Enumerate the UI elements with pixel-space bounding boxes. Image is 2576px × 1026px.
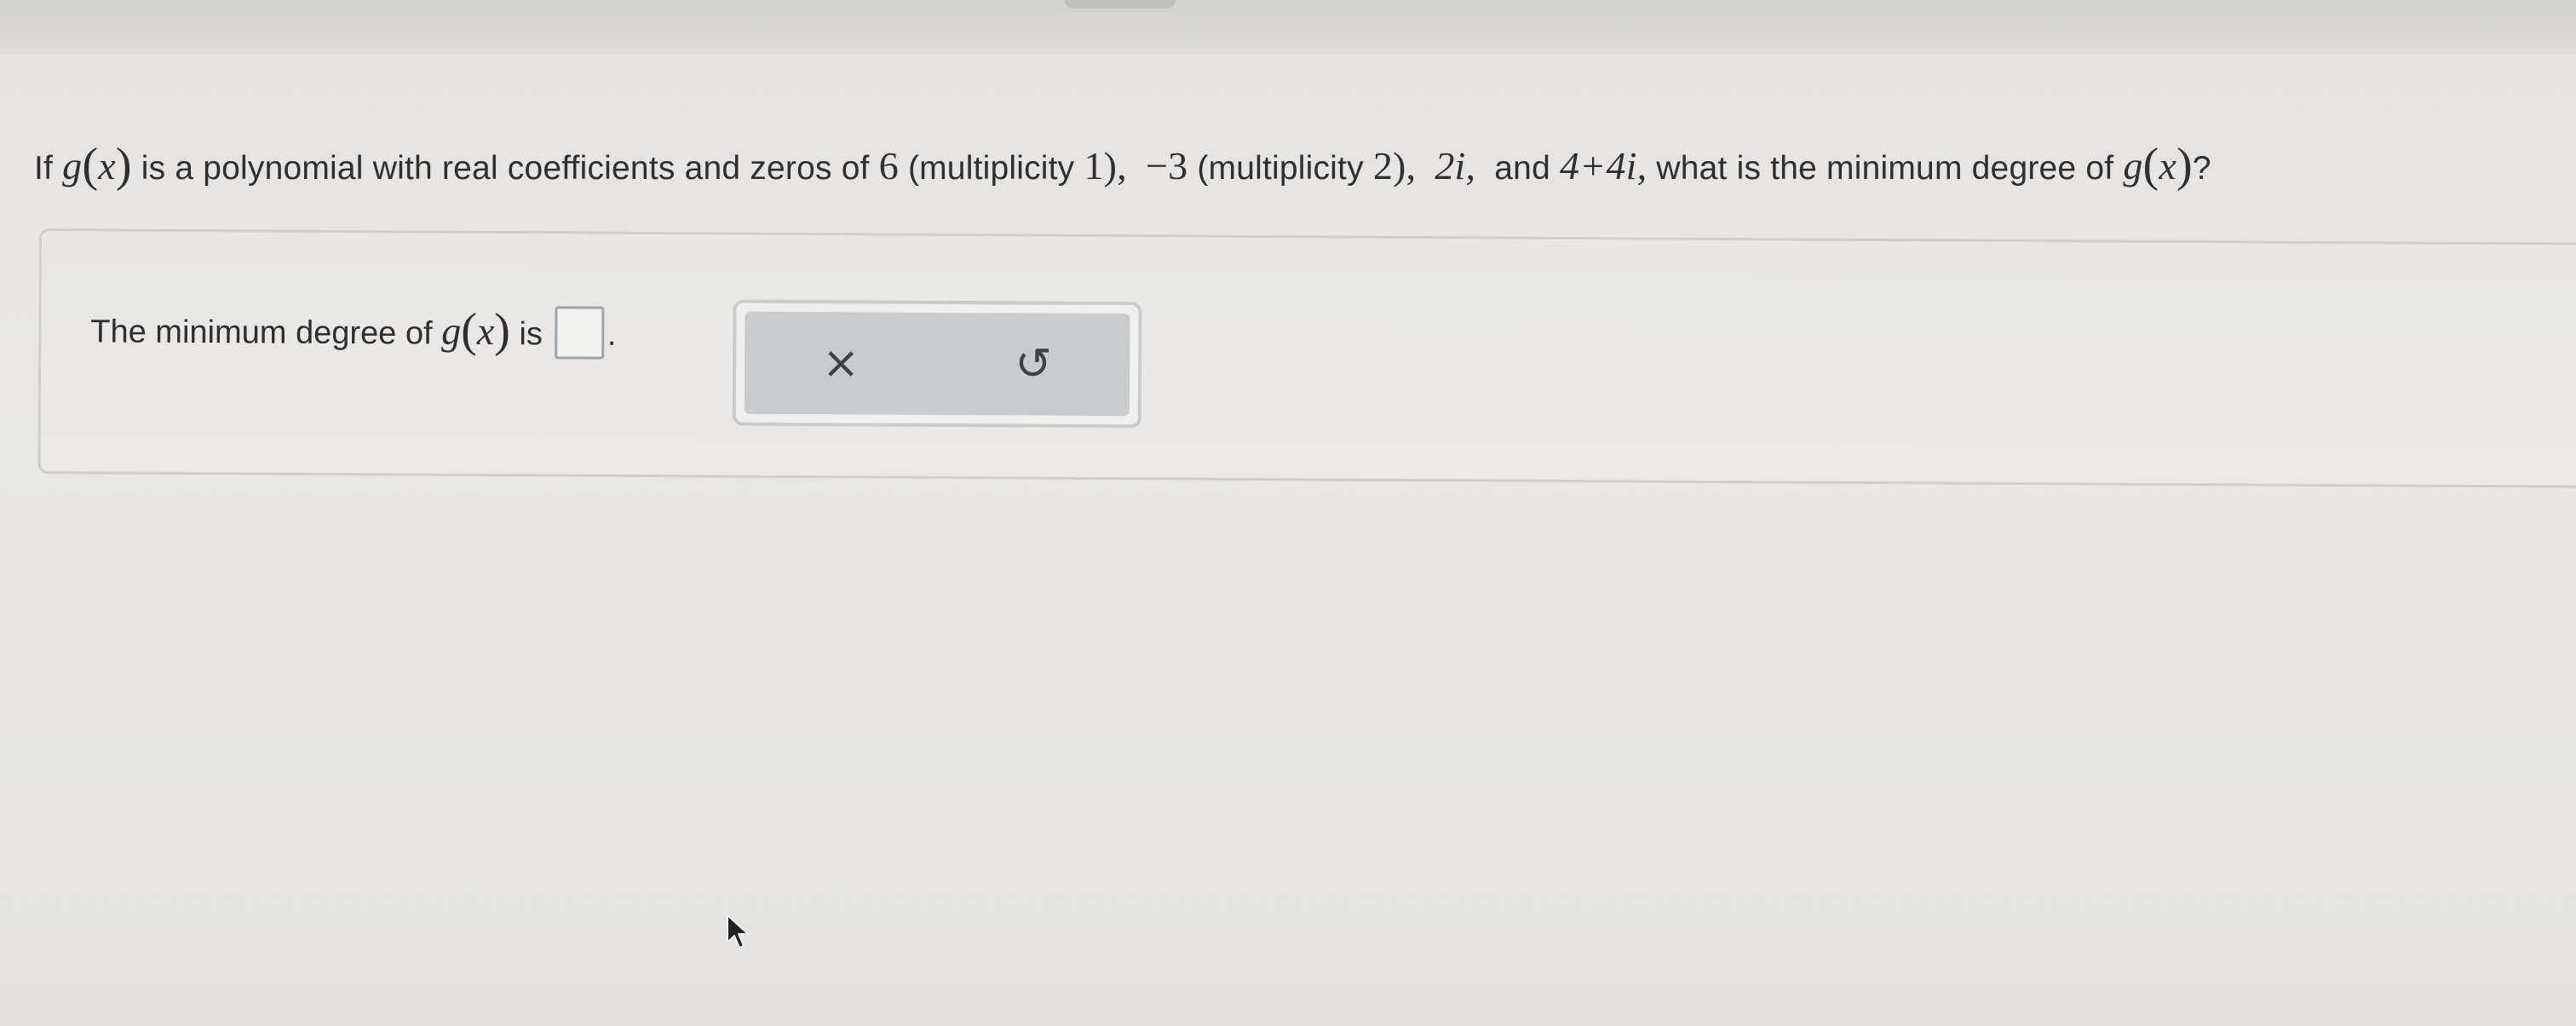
question-body-2: what is the minimum degree of xyxy=(1656,150,2114,187)
question-body-1: is a polynomial with real coefficients a… xyxy=(141,150,870,187)
answer-input[interactable] xyxy=(554,306,605,360)
paren-open: ( xyxy=(82,139,99,192)
answer-arg-x: x xyxy=(476,308,495,353)
reset-answer-button[interactable]: ↺ xyxy=(982,321,1085,407)
multiplicity-1-label: (multiplicity xyxy=(907,150,1075,187)
answer-panel: The minimum degree of g(x) is. × ↺ xyxy=(37,228,2576,489)
question-arg-x-2: x xyxy=(2159,144,2176,187)
answer-statement: The minimum degree of g(x) is. xyxy=(90,301,617,362)
answer-period: . xyxy=(607,316,617,353)
answer-prefix: The minimum degree of xyxy=(90,314,433,352)
question-arg-x: x xyxy=(98,144,116,187)
question-function-g-2: g xyxy=(2123,144,2143,187)
multiplicity-2-value: 2), xyxy=(1372,144,1417,187)
multiplicity-1-value: 1), xyxy=(1084,144,1127,187)
zero-4: 4+4i, xyxy=(1560,144,1647,187)
question-and: and xyxy=(1494,150,1550,187)
answer-paren-close: ) xyxy=(494,303,511,358)
top-tab-indicator xyxy=(1065,0,1176,9)
question-text: If g(x) is a polynomial with real coeffi… xyxy=(34,130,2556,203)
undo-icon: ↺ xyxy=(1015,338,1053,390)
question-function-g: g xyxy=(62,144,83,187)
question-if: If xyxy=(34,150,54,187)
zero-1: 6 xyxy=(878,144,899,187)
zero-3: 2i, xyxy=(1435,144,1476,187)
answer-is: is xyxy=(519,316,543,353)
answer-paren-open: ( xyxy=(461,303,478,357)
zero-2: −3 xyxy=(1145,144,1188,187)
paren-open-2: ( xyxy=(2142,139,2159,192)
close-icon: × xyxy=(822,337,860,389)
clear-answer-button[interactable]: × xyxy=(790,320,893,406)
answer-tools-panel: × ↺ xyxy=(732,299,1142,429)
multiplicity-2-label: (multiplicity xyxy=(1197,150,1364,187)
paren-close: ) xyxy=(115,139,132,192)
answer-function-g: g xyxy=(441,308,462,353)
question-mark: ? xyxy=(2192,150,2211,187)
mouse-cursor-icon xyxy=(727,914,749,948)
answer-tools-bar: × ↺ xyxy=(744,311,1130,417)
browser-top-strip xyxy=(0,0,2576,55)
paren-close-2: ) xyxy=(2176,139,2193,192)
